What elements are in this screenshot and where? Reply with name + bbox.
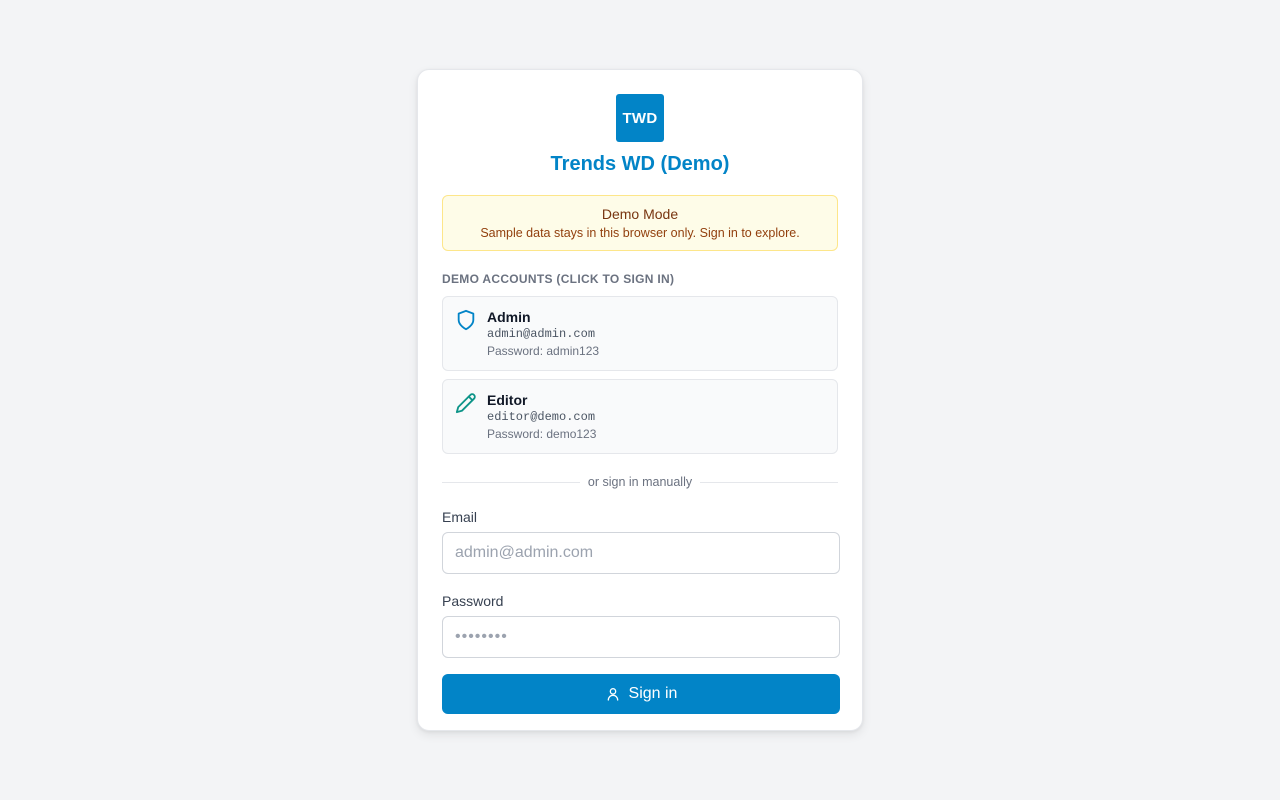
- password-label: Password: [442, 593, 504, 609]
- user-icon: [605, 686, 621, 702]
- demo-account-editor[interactable]: Editor editor@demo.com Password: demo123: [442, 379, 838, 454]
- account-password: Password: demo123: [487, 427, 597, 441]
- manual-signin-divider: or sign in manually: [442, 474, 838, 490]
- shield-icon: [455, 309, 477, 331]
- sign-in-button[interactable]: Sign in: [442, 674, 840, 714]
- account-password: Password: admin123: [487, 344, 600, 358]
- demo-accounts-label: DEMO ACCOUNTS (CLICK TO SIGN IN): [442, 272, 675, 286]
- app-logo: TWD: [616, 94, 664, 142]
- pencil-icon: [455, 392, 477, 414]
- demo-mode-banner: Demo Mode Sample data stays in this brow…: [442, 195, 838, 251]
- banner-title: Demo Mode: [601, 206, 679, 222]
- divider-line-right: [700, 481, 838, 483]
- account-email: editor@demo.com: [487, 410, 596, 424]
- divider-text: or sign in manually: [587, 475, 693, 489]
- password-field[interactable]: [442, 616, 840, 658]
- sign-in-label: Sign in: [628, 685, 678, 702]
- account-name: Admin: [487, 309, 531, 325]
- demo-account-admin[interactable]: Admin admin@admin.com Password: admin123: [442, 296, 838, 371]
- app-title: Trends WD (Demo): [550, 153, 730, 175]
- email-label: Email: [442, 509, 478, 525]
- login-card: TWD Trends WD (Demo) Demo Mode Sample da…: [417, 69, 863, 731]
- email-field[interactable]: [442, 532, 840, 574]
- divider-line-left: [442, 481, 580, 483]
- logo-text: TWD: [622, 109, 658, 127]
- account-name: Editor: [487, 392, 528, 408]
- account-email: admin@admin.com: [487, 327, 596, 341]
- banner-text: Sample data stays in this browser only. …: [480, 226, 800, 240]
